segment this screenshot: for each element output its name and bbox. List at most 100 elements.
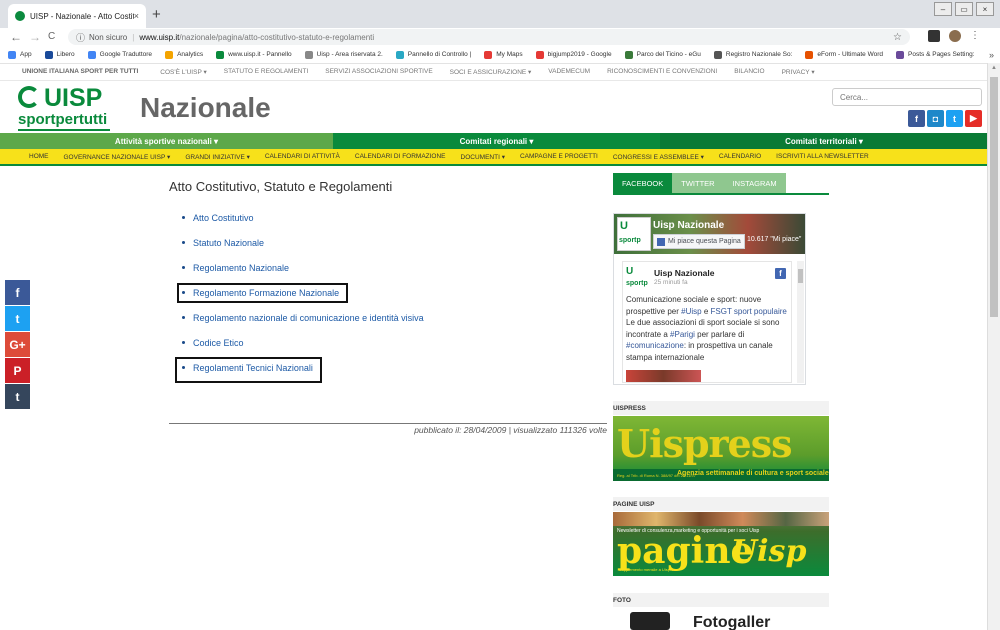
post-author[interactable]: Uisp Nazionale [654, 268, 714, 278]
profile-avatar-icon[interactable] [949, 30, 961, 42]
maximize-icon[interactable]: ▭ [955, 2, 973, 16]
facebook-like-button[interactable]: Mi piace questa Pagina [653, 234, 745, 249]
secondary-menu-item[interactable]: CALENDARI DI ATTIVITÀ [265, 153, 340, 160]
browser-tab[interactable]: UISP - Nazionale - Atto Costitutivo, ...… [8, 4, 146, 28]
facebook-scroll-thumb[interactable] [798, 269, 803, 283]
secondary-menu-item[interactable]: DOCUMENTI ▾ [461, 153, 505, 161]
hashtag-link[interactable]: #Parigi [670, 330, 695, 339]
bookmark-item[interactable]: App [8, 50, 32, 59]
scroll-thumb[interactable] [990, 77, 998, 317]
page-scrollbar[interactable]: ▲ [987, 63, 1000, 630]
facebook-widget: U sportp Uisp Nazionale Mi piace questa … [613, 213, 806, 385]
uisp-swirl-icon [18, 86, 40, 108]
browser-menu-icon[interactable]: ⋮ [970, 30, 980, 42]
url-bar[interactable]: ⓘ Non sicuro | www.uisp.it /nazionale/pa… [68, 29, 910, 45]
bookmark-item[interactable]: Parco del Ticino - eGu [624, 50, 701, 59]
minimize-icon[interactable]: – [934, 2, 952, 16]
bookmark-item[interactable]: eForm - Ultimate Word [805, 50, 883, 59]
secondary-menu-item[interactable]: GOVERNANCE NAZIONALE UISP ▾ [64, 153, 171, 161]
post-time[interactable]: 25 minuti fa [654, 279, 688, 286]
search-input[interactable] [832, 88, 982, 106]
document-link[interactable]: Atto Costitutivo [193, 213, 254, 223]
hashtag-link[interactable]: #comunicazione [626, 341, 684, 350]
primary-menu-item[interactable]: Comitati territoriali ▾ [660, 133, 988, 149]
bookmark-item[interactable]: www.uisp.it - Pannello [216, 50, 292, 59]
primary-menu-item[interactable]: Attività sportive nazionali ▾ [0, 133, 333, 149]
facebook-page-name[interactable]: Uisp Nazionale [653, 220, 724, 231]
twitter-icon[interactable]: t [946, 110, 963, 127]
bookmark-item[interactable]: Google Traduttore [87, 50, 152, 59]
extension-icon[interactable] [928, 30, 940, 42]
topbar-item[interactable]: VADEMECUM [548, 68, 590, 75]
bookmark-item[interactable]: My Maps [484, 50, 523, 59]
instagram-icon[interactable]: ◘ [927, 110, 944, 127]
camera-icon[interactable] [630, 612, 670, 630]
twitter-share-icon[interactable]: t [5, 306, 30, 331]
facebook-icon[interactable]: f [908, 110, 925, 127]
tumblr-share-icon[interactable]: t [5, 384, 30, 409]
bookmark-label: Posts & Pages Setting: [908, 51, 975, 58]
topbar-item[interactable]: STATUTO E REGOLAMENTI [224, 68, 309, 75]
foto-text[interactable]: Fotogaller [693, 614, 808, 630]
secondary-menu-item[interactable]: CONGRESSI E ASSEMBLEE ▾ [613, 153, 704, 161]
facebook-share-icon[interactable]: f [5, 280, 30, 305]
uisp-logo[interactable]: UISP sportpertutti [18, 84, 118, 132]
reload-icon[interactable]: C [48, 31, 55, 42]
bullet-icon [182, 341, 185, 344]
pinterest-share-icon[interactable]: P [5, 358, 30, 383]
browser-tabbar: UISP - Nazionale - Atto Costitutivo, ...… [0, 0, 1000, 28]
mention-link[interactable]: FSGT sport populaire [711, 307, 787, 316]
bookmark-item[interactable]: Registro Nazionale So: [713, 50, 792, 59]
facebook-scrollbar[interactable] [797, 261, 804, 383]
topbar-item[interactable]: SOCI E ASSICURAZIONE ▾ [450, 68, 532, 76]
back-arrow-icon[interactable]: ← [10, 30, 22, 44]
youtube-icon[interactable]: ▶ [965, 110, 982, 127]
topbar-item[interactable]: PRIVACY ▾ [782, 68, 815, 76]
bookmark-star-icon[interactable]: ☆ [893, 32, 902, 43]
secondary-menu-item[interactable]: HOME [29, 153, 49, 160]
bookmark-item[interactable]: Libero [44, 50, 75, 59]
highlight-box-formazione [177, 283, 348, 303]
secondary-menu-item[interactable]: CALENDARIO [719, 153, 761, 160]
forward-arrow-icon[interactable]: → [29, 30, 41, 44]
tab-facebook[interactable]: FACEBOOK [613, 173, 673, 193]
new-tab-button[interactable]: + [152, 6, 161, 23]
bookmark-item[interactable]: Posts & Pages Setting: [896, 50, 975, 59]
tab-close-icon[interactable]: × [134, 11, 139, 21]
pagine-uisp-banner[interactable]: Newsletter di consulenza,marketing e opp… [613, 512, 829, 576]
tab-instagram[interactable]: INSTAGRAM [723, 173, 786, 193]
topbar-item[interactable]: RICONOSCIMENTI E CONVENZIONI [607, 68, 717, 75]
secondary-menu-item[interactable]: CALENDARI DI FORMAZIONE [355, 153, 446, 160]
hashtag-link[interactable]: #Uisp [681, 307, 701, 316]
document-link[interactable]: Regolamento nazionale di comunicazione e… [193, 313, 424, 323]
secondary-menu-item[interactable]: CAMPAGNE E PROGETTI [520, 153, 598, 160]
tab-twitter[interactable]: TWITTER [672, 173, 724, 193]
bookmark-favicon-icon [8, 50, 16, 59]
post-image[interactable] [626, 370, 701, 382]
post-avatar[interactable]: U sportp [626, 266, 651, 291]
uispress-banner[interactable]: Uispress Reg. al Trib. di Roma N. 388/97… [613, 416, 829, 481]
facebook-cover[interactable]: U sportp Uisp Nazionale Mi piace questa … [614, 214, 805, 254]
bookmark-item[interactable]: Analytics [165, 50, 203, 59]
facebook-page-picture[interactable]: U sportp [617, 217, 651, 251]
topbar-item[interactable]: SERVIZI ASSOCIAZIONI SPORTIVE [325, 68, 432, 75]
primary-menu-item[interactable]: Comitati regionali ▾ [333, 133, 660, 149]
window-close-icon[interactable]: × [976, 2, 994, 16]
scroll-up-icon[interactable]: ▲ [991, 65, 997, 71]
facebook-icon[interactable]: f [775, 268, 786, 279]
bookmark-item[interactable]: bigjump2019 - Google [535, 50, 612, 59]
googleplus-share-icon[interactable]: G+ [5, 332, 30, 357]
info-icon[interactable]: ⓘ [76, 31, 85, 44]
bookmark-item[interactable]: Pannello di Controllo | [395, 50, 471, 59]
secondary-menu-item[interactable]: GRANDI INIZIATIVE ▾ [185, 153, 250, 161]
topbar-item[interactable]: COS'È L'UISP ▾ [160, 68, 206, 76]
document-link[interactable]: Regolamento Nazionale [193, 263, 289, 273]
document-link[interactable]: Codice Etico [193, 338, 244, 348]
document-link[interactable]: Statuto Nazionale [193, 238, 264, 248]
bookmarks-more-icon[interactable]: » [989, 50, 994, 60]
url-path: /nazionale/pagina/atto-costitutivo-statu… [179, 32, 375, 42]
uispress-header: UISPRESS [613, 401, 829, 415]
bookmark-item[interactable]: Uisp - Area riservata 2. [304, 50, 383, 59]
topbar-item[interactable]: BILANCIO [734, 68, 764, 75]
secondary-menu-item[interactable]: ISCRIVITI ALLA NEWSLETTER [776, 153, 868, 160]
